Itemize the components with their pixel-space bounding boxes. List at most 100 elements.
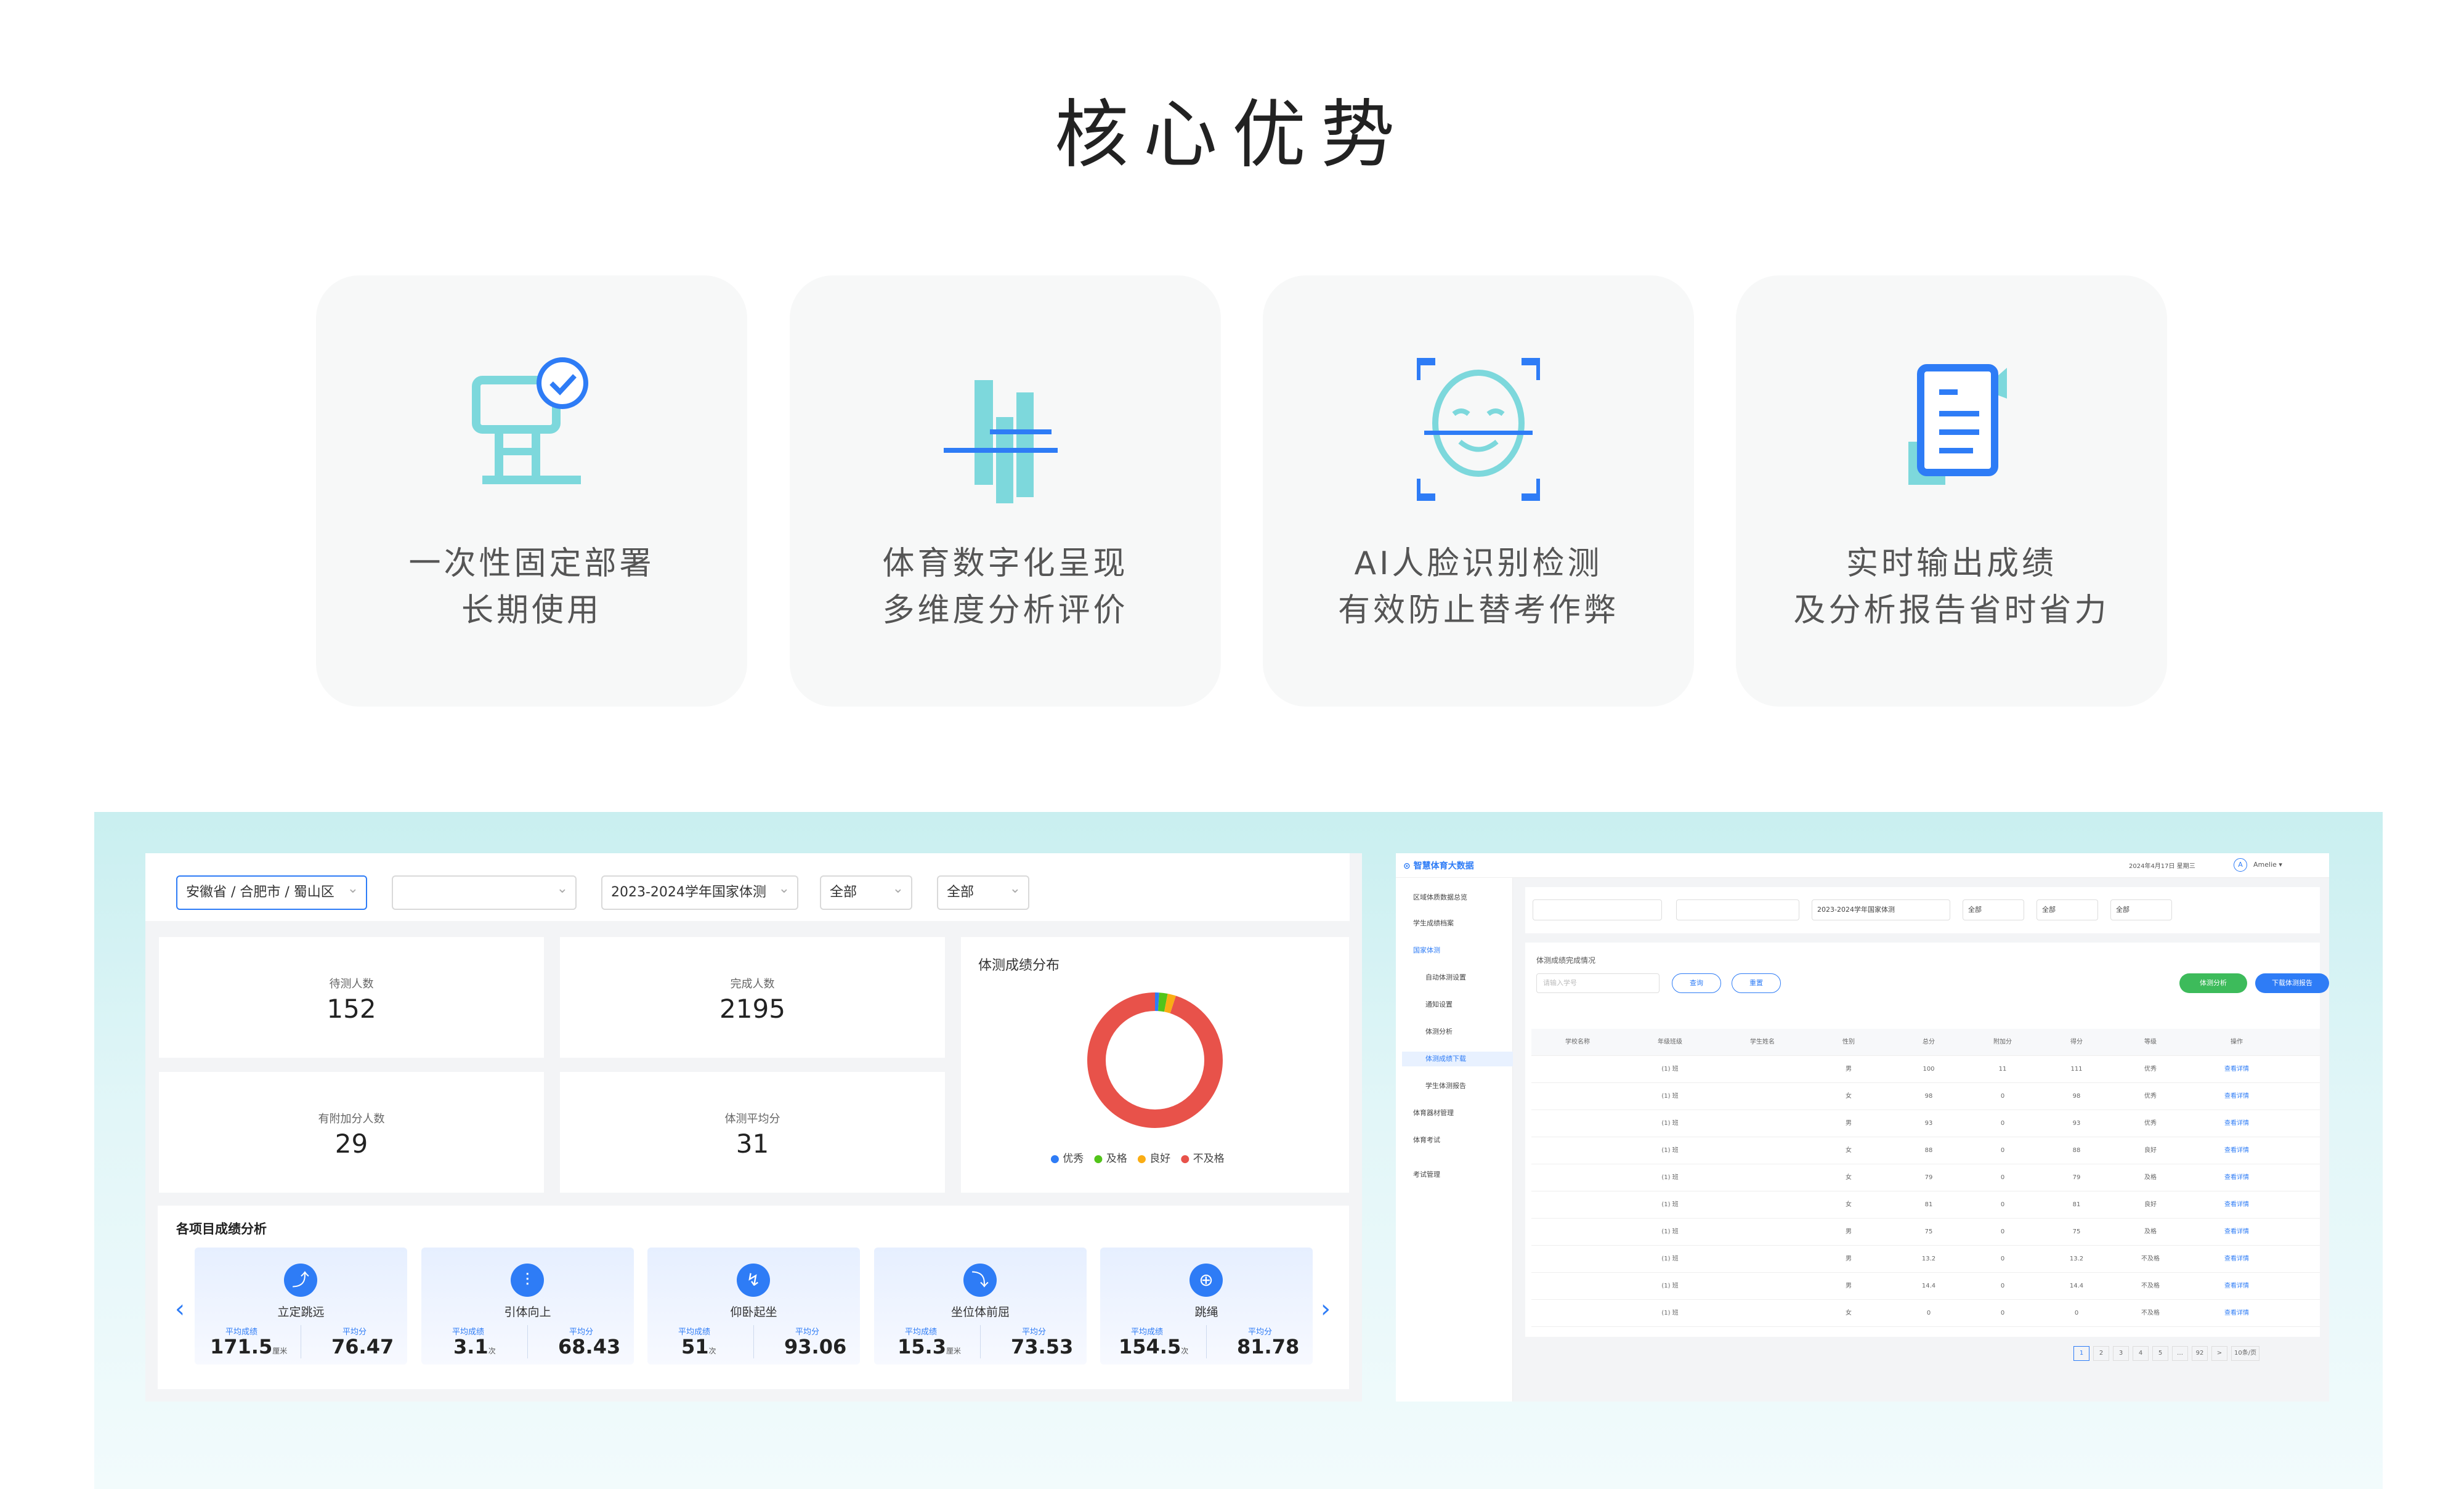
pagination: 1 2 3 4 5 … 92 >10条/页 — [2073, 1346, 2320, 1365]
filter-level[interactable]: 全部 — [2110, 899, 2172, 920]
view-detail-link[interactable]: 查看详情 — [2209, 1137, 2264, 1164]
sidebar-item-auto-setup[interactable]: 自动体测设置 — [1402, 970, 1513, 985]
reset-button[interactable]: 重置 — [1732, 973, 1781, 993]
column-header: 学生姓名 — [1750, 1039, 1775, 1045]
table-cell — [1550, 1219, 1605, 1246]
stat-label: 体测平均分 — [724, 1113, 780, 1126]
query-button[interactable]: 查询 — [1672, 973, 1721, 993]
sidebar-item-archive[interactable]: 学生成绩档案 — [1402, 916, 1513, 931]
view-detail-link[interactable]: 查看详情 — [2209, 1056, 2264, 1083]
card-line1: 一次性固定部署 — [408, 545, 655, 582]
next-arrow-icon[interactable]: › — [1321, 1295, 1331, 1323]
table-cell — [1550, 1137, 1605, 1164]
score-value: 93.06 — [784, 1335, 847, 1358]
item-tile-sit-up[interactable]: ↯ 仰卧起坐 平均成绩 51次 平均分 93.06 — [647, 1248, 860, 1365]
view-detail-link[interactable]: 查看详情 — [2209, 1219, 2264, 1246]
table-cell: 81 — [2072, 1201, 2081, 1208]
sidebar-item-notify[interactable]: 通知设置 — [1402, 997, 1513, 1012]
view-detail-link[interactable]: 查看详情 — [2209, 1300, 2264, 1327]
table-cell: 优秀 — [2144, 1066, 2157, 1073]
sidebar-item-analysis[interactable]: 体测分析 — [1402, 1024, 1513, 1039]
item-tile-sit-reach[interactable]: ⤵ 坐位体前屈 平均成绩 15.3厘米 平均分 73.53 — [874, 1248, 1087, 1365]
table-cell: (1) 班 — [1661, 1174, 1679, 1181]
avg-value: 51次 — [681, 1335, 716, 1358]
table-cell — [1735, 1191, 1790, 1219]
page-button[interactable]: 1 — [2073, 1346, 2089, 1361]
table-header: 学校名称 年级班级 学生姓名 性别 总分 附加分 得分 等级 操作 — [1531, 1029, 2320, 1056]
item-tile-rope-skip[interactable]: ⊕ 跳绳 平均成绩 154.5次 平均分 81.78 — [1100, 1248, 1313, 1365]
legend-pass: 及格 — [1106, 1153, 1127, 1165]
table-cell — [1735, 1083, 1790, 1110]
sidebar-item-report[interactable]: 学生体测报告 — [1402, 1079, 1513, 1093]
page-button[interactable]: 2 — [2093, 1346, 2109, 1361]
school-select[interactable] — [392, 873, 577, 910]
stat-bonus: 有附加分人数 29 — [159, 1072, 544, 1193]
class-select[interactable]: 全部 — [937, 873, 1029, 910]
filter-grade[interactable]: 全部 — [1963, 899, 2024, 920]
view-detail-link[interactable]: 查看详情 — [2209, 1246, 2264, 1273]
table-row: (1) 班 男 93 0 93 优秀 查看详情 — [1531, 1110, 2320, 1137]
table-cell: 13.2 — [1921, 1256, 1936, 1262]
page-button[interactable]: 3 — [2113, 1346, 2129, 1361]
page-button[interactable]: 10条/页 — [2231, 1346, 2260, 1361]
table-cell — [1735, 1110, 1790, 1137]
table-cell: (1) 班 — [1661, 1256, 1679, 1262]
sidebar-item-sports-exam[interactable]: 体育考试 — [1402, 1133, 1513, 1148]
legend-excellent: 优秀 — [1063, 1153, 1084, 1165]
view-detail-link[interactable]: 查看详情 — [2209, 1191, 2264, 1219]
table-cell: 不及格 — [2141, 1310, 2160, 1317]
stat-label: 待测人数 — [329, 978, 374, 991]
table-cell: (1) 班 — [1661, 1066, 1679, 1073]
table-cell: 良好 — [2144, 1201, 2157, 1208]
view-detail-link[interactable]: 查看详情 — [2209, 1273, 2264, 1300]
table-cell: 男 — [1846, 1120, 1852, 1127]
header-date: 2024年4月17日 星期三 — [2129, 863, 2195, 870]
stat-value: 152 — [326, 994, 376, 1024]
table-cell: 93 — [2072, 1120, 2081, 1127]
sidebar-item-overview[interactable]: 区域体质数据总览 — [1402, 890, 1513, 905]
page-button[interactable]: > — [2211, 1346, 2227, 1361]
user-name[interactable]: Amelie ▾ — [2253, 861, 2282, 869]
score-value: 81.78 — [1237, 1335, 1300, 1358]
view-detail-link[interactable]: 查看详情 — [2209, 1083, 2264, 1110]
page-button[interactable]: 4 — [2133, 1346, 2149, 1361]
sidebar-item-exam-mgmt[interactable]: 考试管理 — [1402, 1167, 1513, 1182]
page-button[interactable]: 92 — [2192, 1346, 2208, 1361]
grade-select[interactable]: 全部 — [820, 873, 912, 910]
table-row: (1) 班 女 88 0 88 良好 查看详情 — [1531, 1137, 2320, 1164]
download-report-button[interactable]: 下载体测报告 — [2255, 973, 2329, 993]
table-cell: 女 — [1846, 1147, 1852, 1154]
table-row: (1) 班 女 0 0 0 不及格 查看详情 — [1531, 1300, 2320, 1327]
table-row: (1) 班 女 81 0 81 良好 查看详情 — [1531, 1191, 2320, 1219]
sidebar-item-equipment[interactable]: 体育器材管理 — [1402, 1106, 1513, 1121]
filter-class[interactable]: 全部 — [2036, 899, 2098, 920]
analysis-button[interactable]: 体测分析 — [2179, 973, 2247, 993]
table-cell: 79 — [1924, 1174, 1933, 1181]
stat-value: 29 — [334, 1129, 368, 1159]
region-select[interactable]: 安徽省 / 合肥市 / 蜀山区 — [176, 873, 367, 910]
item-tile-pull-up[interactable]: ⫶ 引体向上 平均成绩 3.1次 平均分 68.43 — [421, 1248, 634, 1365]
table-cell: 0 — [2000, 1283, 2005, 1289]
filter-region[interactable] — [1533, 899, 1662, 920]
stat-pending: 待测人数 152 — [159, 937, 544, 1058]
view-detail-link[interactable]: 查看详情 — [2209, 1110, 2264, 1137]
item-tile-long-jump[interactable]: ⤴ 立定跳远 平均成绩 171.5厘米 平均分 76.47 — [195, 1248, 407, 1365]
prev-arrow-icon[interactable]: ‹ — [175, 1295, 185, 1323]
donut-slice-3 — [1087, 992, 1223, 1128]
avatar[interactable]: A — [2234, 858, 2247, 872]
table-cell — [1550, 1164, 1605, 1191]
view-detail-link[interactable]: 查看详情 — [2209, 1164, 2264, 1191]
exam-select[interactable]: 2023-2024学年国家体测 — [601, 873, 798, 910]
table-cell: 不及格 — [2141, 1283, 2160, 1289]
sidebar-item-national-test[interactable]: 国家体测 — [1402, 943, 1513, 958]
page-button[interactable]: … — [2172, 1346, 2188, 1361]
sit-up-icon: ↯ — [737, 1264, 770, 1297]
sidebar-item-download[interactable]: 体测成绩下载 — [1402, 1052, 1513, 1066]
filter-exam[interactable]: 2023-2024学年国家体测 — [1812, 899, 1950, 920]
table-filter-bar: 2023-2024学年国家体测 全部 全部 全部 — [1525, 887, 2320, 933]
card-line1: AI人脸识别检测 — [1354, 545, 1603, 582]
student-id-search[interactable]: 请输入学号 — [1536, 973, 1660, 993]
table-row: (1) 班男 100 11 111 优秀 查看详情 — [1531, 1056, 2320, 1083]
filter-school[interactable] — [1676, 899, 1799, 920]
page-button[interactable]: 5 — [2152, 1346, 2168, 1361]
